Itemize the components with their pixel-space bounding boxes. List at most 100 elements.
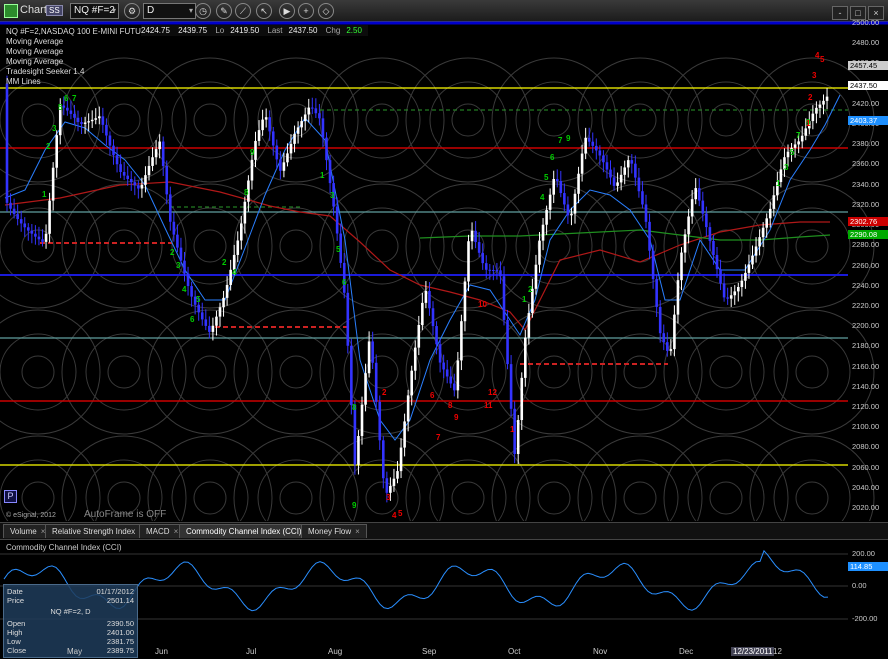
cursor-icon[interactable]: ↖ [256,3,272,19]
candle-body [822,100,825,105]
study-ma-3[interactable]: Moving Average [6,57,157,67]
candle-body [673,314,676,350]
gann-circle [21,481,55,515]
gann-circle [601,459,679,521]
candle-body [729,295,733,299]
gann-circle [515,81,593,159]
candle-body [5,83,9,203]
candle-body [765,218,768,228]
candle-body [502,276,506,320]
seeker-count-label: 2 [46,142,51,151]
seeker-count-label: 5 [58,103,63,112]
seeker-count-label: 3 [52,124,57,133]
candle-body [133,182,137,186]
tab-rsi[interactable]: Relative Strength Index× [45,524,151,538]
seeker-count-label: 8 [448,401,453,410]
gann-circle [623,481,657,515]
popup-low: 2381.75 [106,637,134,646]
minimize-button[interactable]: - [832,6,848,20]
gann-circle [365,355,399,389]
candle-body [19,219,23,224]
price-tick-label: 2500.00 [852,18,880,27]
play-icon[interactable]: ▶ [279,3,295,19]
popup-low-label: Low [7,637,21,646]
pencil-icon[interactable]: ✎ [216,3,232,19]
seeker-count-label: 7 [558,136,563,145]
candle-body [712,240,715,256]
candle-body [758,237,761,247]
quote-high: 2439.75 [178,26,208,35]
candle-body [27,227,30,231]
seeker-count-label: 2 [222,258,227,267]
study-ma-2[interactable]: Moving Average [6,47,157,57]
candle-body [197,304,200,313]
candle-body [374,362,378,402]
seeker-count-label: 9 [352,501,357,510]
candle-body [421,302,424,325]
gann-circle [537,103,571,137]
chevron-down-icon[interactable]: ▾ [112,4,116,18]
candle-body [176,234,179,248]
candle-body [403,421,406,448]
quote-bar: 2424.75 2439.75 Lo 2419.50 Last 2437.50 Ch… [141,25,368,36]
gann-circle [577,57,703,183]
candle-body [655,279,658,307]
candle-body [641,191,644,205]
popup-close-label: Close [7,646,27,655]
gann-circle [601,81,679,159]
settings-gear-icon[interactable]: ⚙ [124,3,140,19]
gann-circle [451,103,485,137]
gann-circle [279,229,313,263]
seeker-count-label: 5 [398,509,403,518]
interval-input[interactable]: D ▾ [143,3,196,19]
time-label-sep: Sep [422,647,437,656]
price-tick-label: 2180.00 [852,341,880,351]
line-tool-icon[interactable]: ⟋ [235,3,251,19]
gann-circle [365,481,399,515]
tab-cci[interactable]: Commodity Channel Index (CCI)× [179,524,318,538]
cci-value-tag: 114.85 [848,562,888,571]
price-chart[interactable]: 6 75321234652489135689234 5678910111211245… [0,21,888,521]
candle-body [200,312,204,320]
close-icon[interactable]: × [355,527,360,536]
quote-chg-label: Chg [325,26,341,35]
study-mm-lines[interactable]: MM Lines [6,77,157,87]
symbol-input[interactable]: NQ #F=2 ▾ [70,3,119,19]
candle-body [449,376,453,384]
candle-body [687,216,690,235]
chart-app-icon [4,4,18,18]
price-bars [5,75,829,503]
seeker-count-label: 10 [478,300,487,309]
p-button[interactable]: P [4,490,17,503]
gann-circle [623,355,657,389]
close-icon[interactable]: × [174,527,179,536]
add-icon[interactable]: + [298,3,314,19]
popup-close: 2389.75 [106,646,134,655]
quote-chg: 2.50 [346,26,362,35]
candle-body [694,188,697,200]
time-label-oct: Oct [508,647,521,656]
candle-body [137,185,140,189]
candle-body [811,113,815,122]
price-tick-label: 2220.00 [852,300,880,310]
study-seeker[interactable]: Tradesight Seeker 1.4 [6,67,157,77]
candle-body [364,373,367,405]
candle-body [740,280,744,287]
candle-body [651,250,655,280]
gann-circle [343,81,421,159]
candle-body [573,193,577,214]
eraser-icon[interactable]: ◇ [318,3,334,19]
tab-money-flow[interactable]: Money Flow × [301,524,367,538]
seeker-count-label: 1 [320,171,325,180]
gann-circle [515,333,593,411]
seeker-count-label: 1 [522,295,527,304]
gann-circle [0,333,77,411]
popup-high-label: High [7,628,23,637]
price-tick-label: 2200.00 [852,321,880,331]
study-ma-1[interactable]: Moving Average [6,37,157,47]
candle-body [768,208,772,219]
clock-icon[interactable]: ◷ [195,3,211,19]
chevron-down-icon[interactable]: ▾ [189,4,193,18]
candle-body [268,117,271,132]
candle-body [417,324,421,348]
